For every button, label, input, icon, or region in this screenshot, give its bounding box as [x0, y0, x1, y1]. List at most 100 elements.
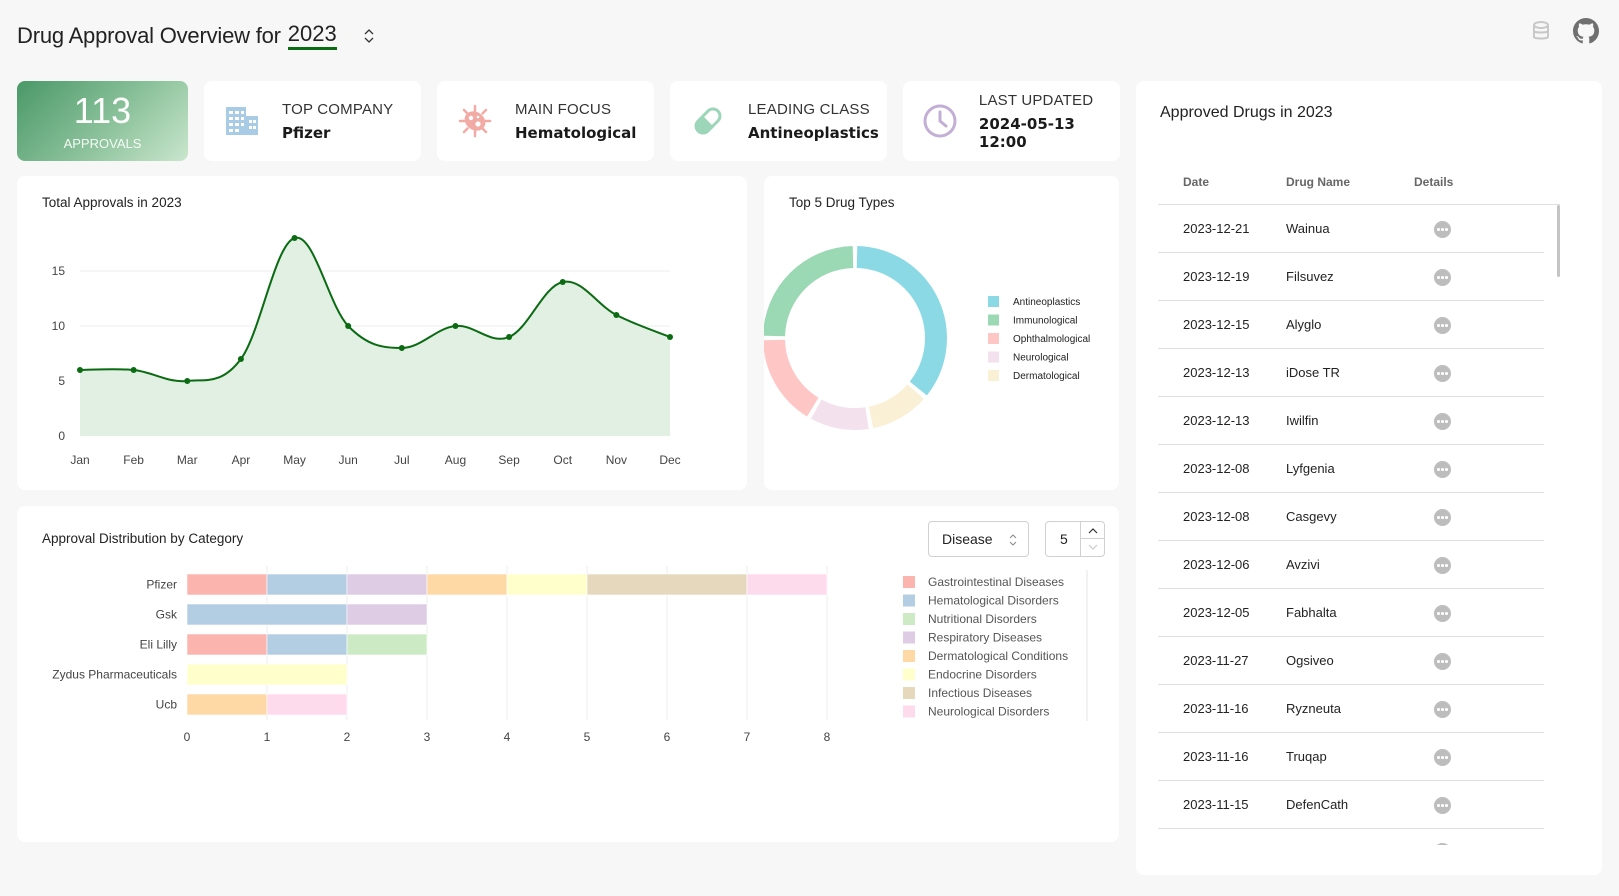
row-details [1414, 603, 1514, 623]
x-tick-label: 4 [504, 730, 511, 744]
column-header-drug-name[interactable]: Drug Name [1286, 175, 1414, 189]
page-title: Drug Approval Overview for [17, 23, 281, 48]
x-tick-label: Jan [70, 453, 89, 467]
x-tick-label: Sep [498, 453, 520, 467]
last-updated-label: LAST UPDATED [978, 91, 1094, 109]
table-row[interactable]: 2023-11-16 Ryzneuta [1158, 685, 1544, 733]
row-drug-name: Lyfgenia [1286, 461, 1335, 476]
bar-segment [266, 573, 348, 596]
more-details-icon[interactable] [1434, 221, 1451, 239]
chevron-down-icon[interactable] [363, 36, 375, 45]
more-details-icon[interactable] [1434, 797, 1451, 815]
x-tick-label: 2 [344, 730, 351, 744]
table-row[interactable]: 2023-12-06 Avzivi [1158, 541, 1544, 589]
x-tick-label: May [283, 453, 306, 467]
bar-segment [186, 663, 348, 686]
database-icon[interactable] [1531, 20, 1551, 47]
row-drug-name: Casgevy [1286, 509, 1337, 524]
data-point [130, 367, 137, 373]
legend-swatch [903, 668, 915, 681]
year-stepper[interactable] [363, 27, 375, 45]
legend-label: Ophthalmological [1013, 334, 1090, 345]
row-drug-name: Ogsiveo [1286, 653, 1334, 668]
table-row[interactable]: 2023-12-08 Lyfgenia [1158, 445, 1544, 493]
row-date: 2023-12-13 [1183, 365, 1250, 380]
bar-segment [186, 693, 268, 716]
bar-segment [346, 603, 428, 626]
donut-chart: Antineoplastics Immunological Ophthalmolog… [764, 246, 1090, 430]
x-tick-label: Nov [606, 453, 627, 467]
data-point [506, 334, 513, 340]
row-details [1414, 651, 1514, 671]
total-approvals-panel: Total Approvals in 2023 0 5 10 15 Jan Feb Mar A… [17, 176, 747, 490]
y-tick-label: Pfizer [146, 578, 177, 592]
row-drug-name: Alyglo [1286, 317, 1322, 332]
table-row[interactable]: 2023-11-27 Ogsiveo [1158, 637, 1544, 685]
table-row[interactable]: 2023-12-21 Wainua [1158, 205, 1544, 253]
table-row[interactable]: 2023-12-08 Casgevy [1158, 493, 1544, 541]
row-drug-name: Truqap [1286, 749, 1327, 764]
more-details-icon[interactable] [1434, 605, 1451, 623]
stacked-bar-chart: 0 1 2 3 4 5 6 7 8 Pfizer Gsk Eli Lilly Zydus Pharmac… [52, 566, 1088, 744]
more-details-icon[interactable] [1434, 509, 1451, 527]
more-details-icon[interactable] [1434, 842, 1451, 845]
more-details-icon[interactable] [1434, 365, 1451, 383]
bar-segment [586, 573, 748, 596]
legend-label: Neurological [1013, 353, 1069, 364]
x-tick-label: 8 [824, 730, 831, 744]
row-date: 2023-12-21 [1183, 221, 1250, 236]
row-date: 2023-12-19 [1183, 269, 1250, 284]
more-details-icon[interactable] [1434, 461, 1451, 479]
legend-label: Nutritional Disorders [928, 612, 1037, 626]
table-title: Approved Drugs in 2023 [1160, 104, 1333, 121]
data-point [559, 279, 566, 285]
y-tick-label: Eli Lilly [140, 638, 177, 652]
column-header-date[interactable]: Date [1158, 175, 1286, 189]
table-row[interactable]: 2023-12-13 Iwilfin [1158, 397, 1544, 445]
row-details [1414, 363, 1514, 383]
table-row[interactable]: 2023-12-05 Fabhalta [1158, 589, 1544, 637]
row-drug-name: Iwilfin [1286, 413, 1319, 428]
last-updated-card: LAST UPDATED 2024-05-13 12:00 [903, 81, 1120, 161]
row-details [1414, 459, 1514, 479]
legend-label: Immunological [1013, 316, 1077, 327]
table-row[interactable]: 2023-11-16 Truqap [1158, 733, 1544, 781]
table-row[interactable]: 2023-12-19 Filsuvez [1158, 253, 1544, 301]
row-date: 2023-12-05 [1183, 605, 1250, 620]
table-row[interactable]: 2023-12-13 iDose TR [1158, 349, 1544, 397]
bacteria-icon [458, 104, 492, 138]
donut-slice [856, 246, 947, 396]
row-drug-name: Filsuvez [1286, 269, 1334, 284]
x-tick-label: 6 [664, 730, 671, 744]
row-drug-name: DefenCath [1286, 797, 1349, 812]
more-details-icon[interactable] [1434, 749, 1451, 767]
table-row[interactable]: 2023-11-15 DefenCath [1158, 781, 1544, 829]
bar-segment [186, 573, 268, 596]
more-details-icon[interactable] [1434, 653, 1451, 671]
more-details-icon[interactable] [1434, 269, 1451, 287]
data-point [452, 323, 459, 329]
approval-distribution-panel: Approval Distribution by Category Diseas… [17, 506, 1119, 842]
row-date: 2023-12-13 [1183, 413, 1250, 428]
row-details [1414, 747, 1514, 767]
x-tick-label: 1 [264, 730, 271, 744]
chevron-up-icon[interactable] [363, 27, 375, 36]
table-scrollbar[interactable] [1557, 205, 1560, 277]
row-drug-name: Ryzneuta [1286, 701, 1341, 716]
year-value[interactable]: 2023 [287, 22, 337, 50]
top-drug-types-panel: Top 5 Drug Types Antineoplastics Immunolo… [764, 176, 1119, 490]
data-point [237, 356, 244, 362]
row-details [1414, 315, 1514, 335]
donut-slice [868, 384, 924, 429]
x-tick-label: Oct [553, 453, 572, 467]
github-icon[interactable] [1573, 18, 1599, 49]
table-row[interactable]: 2023-12-15 Alyglo [1158, 301, 1544, 349]
more-details-icon[interactable] [1434, 317, 1451, 335]
more-details-icon[interactable] [1434, 413, 1451, 431]
more-details-icon[interactable] [1434, 557, 1451, 575]
more-details-icon[interactable] [1434, 701, 1451, 719]
x-tick-label: Jun [339, 453, 358, 467]
row-details [1414, 219, 1514, 239]
leading-class-value: Antineoplastics [748, 123, 879, 142]
x-tick-label: Dec [659, 453, 680, 467]
